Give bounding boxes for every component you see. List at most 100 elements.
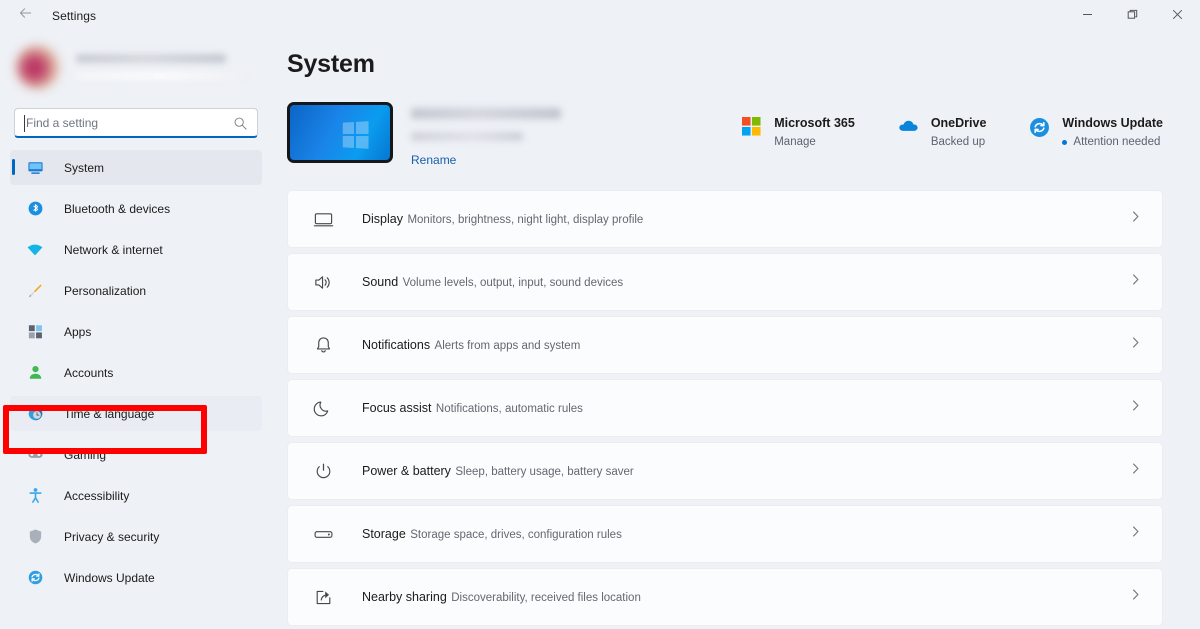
- settings-row-title: Storage: [362, 527, 406, 541]
- moon-icon: [310, 398, 336, 419]
- account-header[interactable]: [8, 36, 264, 98]
- rename-link[interactable]: Rename: [411, 153, 456, 167]
- search-container: Find a setting: [8, 98, 264, 138]
- windows-wallpaper-thumbnail: [287, 102, 393, 163]
- account-name-redacted: [76, 54, 226, 63]
- sidebar-item-label: Privacy & security: [64, 529, 160, 544]
- status-tile-text: Microsoft 365 Manage: [774, 114, 855, 148]
- settings-row-sound[interactable]: Sound Volume levels, output, input, soun…: [287, 253, 1163, 311]
- settings-row-power-battery[interactable]: Power & battery Sleep, battery usage, ba…: [287, 442, 1163, 500]
- settings-row-subtitle: Volume levels, output, input, sound devi…: [402, 277, 624, 289]
- update-sync-icon: [24, 569, 46, 586]
- wifi-icon: [24, 241, 46, 259]
- chevron-right-icon: [1129, 588, 1142, 606]
- status-tile-subtitle: Backed up: [930, 136, 986, 148]
- maximize-button[interactable]: [1110, 0, 1155, 32]
- sidebar-item-label: Time & language: [64, 406, 155, 421]
- settings-window: Settings Find a setting System Bluetooth…: [0, 0, 1200, 629]
- window-title: Settings: [52, 9, 97, 23]
- share-icon: [310, 587, 336, 608]
- sidebar-item-apps[interactable]: Apps: [10, 314, 262, 349]
- settings-row-title: Power & battery: [362, 464, 451, 478]
- windows-logo-icon: [342, 121, 369, 149]
- back-arrow-icon: [18, 6, 33, 26]
- sidebar-item-label: Gaming: [64, 447, 107, 462]
- window-controls: [1065, 0, 1200, 32]
- sidebar-item-gaming[interactable]: Gaming: [10, 437, 262, 472]
- settings-row-notifications[interactable]: Notifications Alerts from apps and syste…: [287, 316, 1163, 374]
- speaker-icon: [310, 272, 336, 293]
- chevron-right-icon: [1129, 525, 1142, 543]
- search-input[interactable]: Find a setting: [14, 108, 258, 138]
- main-content: System Rename Microsoft 365 Manage OneDr…: [278, 32, 1200, 629]
- device-info: Rename: [411, 102, 561, 169]
- power-icon: [310, 461, 336, 482]
- accessibility-icon: [24, 487, 46, 504]
- sidebar-item-network-internet[interactable]: Network & internet: [10, 232, 262, 267]
- settings-row-title: Notifications: [362, 338, 431, 352]
- sidebar-item-accounts[interactable]: Accounts: [10, 355, 262, 390]
- sidebar-item-privacy-security[interactable]: Privacy & security: [10, 519, 262, 554]
- microsoft-logo-icon: [739, 114, 763, 136]
- monitor-icon: [24, 159, 46, 176]
- settings-row-text: Focus assist Notifications, automatic ru…: [362, 399, 1129, 417]
- shield-icon: [24, 528, 46, 545]
- account-email-redacted: [76, 72, 246, 80]
- status-tile-title: OneDrive: [930, 116, 987, 130]
- settings-row-subtitle: Discoverability, received files location: [451, 592, 641, 604]
- minimize-button[interactable]: [1065, 0, 1110, 32]
- settings-row-subtitle: Monitors, brightness, night light, displ…: [407, 214, 644, 226]
- sidebar-nav: System Bluetooth & devices Network & int…: [8, 150, 264, 595]
- attention-dot: [1062, 139, 1068, 145]
- settings-row-title: Focus assist: [362, 401, 432, 415]
- device-model-redacted: [411, 132, 523, 141]
- close-icon: [1172, 7, 1183, 25]
- sidebar: Find a setting System Bluetooth & device…: [0, 32, 278, 629]
- settings-list: Display Monitors, brightness, night ligh…: [284, 190, 1200, 626]
- sidebar-item-accessibility[interactable]: Accessibility: [10, 478, 262, 513]
- settings-row-display[interactable]: Display Monitors, brightness, night ligh…: [287, 190, 1163, 248]
- status-tiles: Microsoft 365 Manage OneDrive Backed up: [739, 114, 1163, 148]
- settings-row-storage[interactable]: Storage Storage space, drives, configura…: [287, 505, 1163, 563]
- sidebar-item-label: Apps: [64, 324, 92, 339]
- sidebar-item-time-language[interactable]: Time & language: [10, 396, 262, 431]
- sidebar-item-bluetooth-devices[interactable]: Bluetooth & devices: [10, 191, 262, 226]
- sidebar-item-windows-update[interactable]: Windows Update: [10, 560, 262, 595]
- status-tile-microsoft-365[interactable]: Microsoft 365 Manage: [739, 114, 855, 148]
- restore-icon: [1127, 7, 1138, 25]
- avatar: [16, 45, 60, 89]
- account-text: [76, 54, 258, 80]
- settings-row-title: Nearby sharing: [362, 590, 447, 604]
- settings-row-focus-assist[interactable]: Focus assist Notifications, automatic ru…: [287, 379, 1163, 437]
- status-tile-onedrive[interactable]: OneDrive Backed up: [896, 114, 987, 148]
- settings-row-text: Nearby sharing Discoverability, received…: [362, 588, 1129, 606]
- sidebar-item-label: Accessibility: [64, 488, 130, 503]
- chevron-right-icon: [1129, 462, 1142, 480]
- page-title: System: [287, 50, 375, 78]
- close-button[interactable]: [1155, 0, 1200, 32]
- settings-row-text: Display Monitors, brightness, night ligh…: [362, 210, 1129, 228]
- settings-row-text: Storage Storage space, drives, configura…: [362, 525, 1129, 543]
- status-tile-text: OneDrive Backed up: [931, 114, 987, 148]
- back-button[interactable]: [8, 1, 42, 31]
- person-icon: [24, 364, 46, 381]
- settings-row-subtitle: Sleep, battery usage, battery saver: [455, 466, 634, 478]
- title-bar: Settings: [0, 0, 1200, 32]
- settings-row-text: Sound Volume levels, output, input, soun…: [362, 273, 1129, 291]
- settings-row-subtitle: Alerts from apps and system: [434, 340, 581, 352]
- settings-row-title: Sound: [362, 275, 399, 289]
- settings-row-nearby-sharing[interactable]: Nearby sharing Discoverability, received…: [287, 568, 1163, 626]
- chevron-right-icon: [1129, 210, 1142, 228]
- sidebar-item-label: Bluetooth & devices: [64, 201, 171, 216]
- minimize-icon: [1082, 7, 1093, 25]
- status-tile-subtitle: Manage: [774, 136, 816, 148]
- window-body: Find a setting System Bluetooth & device…: [0, 32, 1200, 629]
- status-tile-windows-update[interactable]: Windows Update Attention needed: [1027, 114, 1163, 148]
- apps-grid-icon: [24, 323, 46, 340]
- bluetooth-icon: [24, 200, 46, 217]
- update-sync-icon: [1027, 114, 1051, 138]
- sidebar-item-system[interactable]: System: [10, 150, 262, 185]
- sidebar-item-personalization[interactable]: Personalization: [10, 273, 262, 308]
- gamepad-icon: [24, 446, 46, 463]
- clock-globe-icon: [24, 405, 46, 422]
